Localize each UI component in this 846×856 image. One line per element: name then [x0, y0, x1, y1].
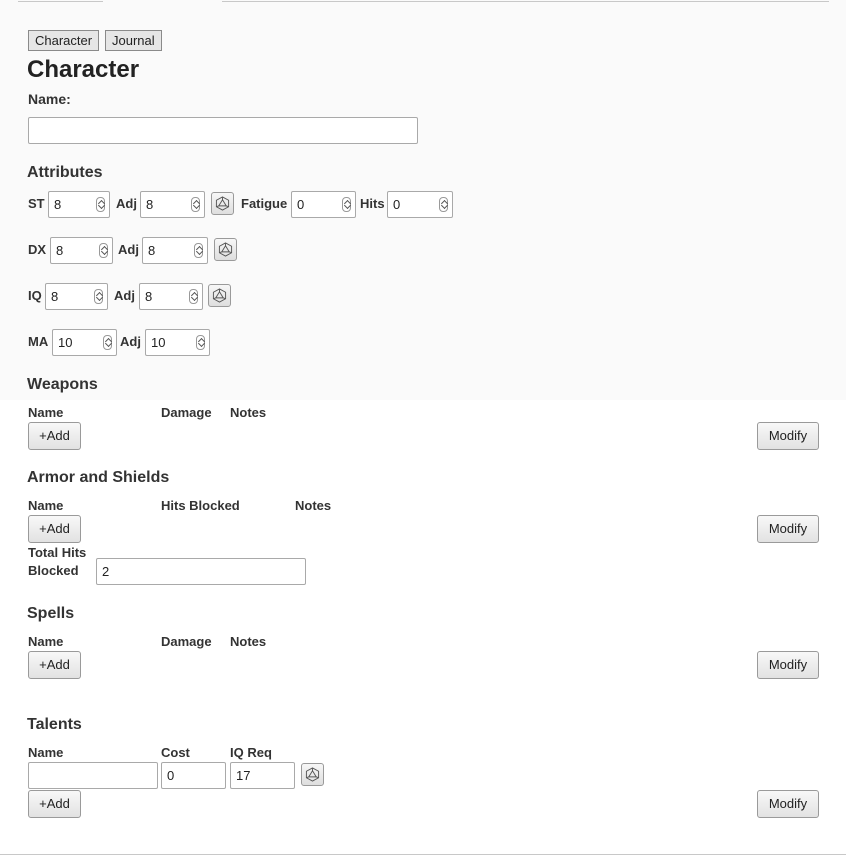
armor-heading: Armor and Shields — [27, 469, 170, 486]
modify-armor-button[interactable]: Modify — [757, 515, 819, 543]
ma-input[interactable]: 10 — [52, 329, 117, 356]
bottom-divider — [0, 854, 846, 855]
name-input[interactable] — [28, 117, 418, 144]
armor-col-name: Name — [28, 498, 64, 513]
hits-input[interactable]: 0 — [387, 191, 453, 218]
roll-dx-button[interactable] — [214, 238, 237, 261]
dx-input[interactable]: 8 — [50, 237, 113, 264]
ma-label: MA — [28, 334, 49, 349]
dx-adj-label: Adj — [118, 242, 139, 257]
talents-col-cost: Cost — [161, 745, 190, 760]
add-weapon-button[interactable]: +Add — [28, 422, 81, 450]
stepper-icon[interactable] — [196, 335, 205, 350]
talent-cost-input[interactable]: 0 — [161, 762, 226, 789]
iq-label: IQ — [28, 288, 42, 303]
blocked-label: Blocked — [28, 563, 79, 578]
spells-col-name: Name — [28, 634, 64, 649]
stepper-icon[interactable] — [439, 197, 448, 212]
spells-col-notes: Notes — [230, 634, 267, 649]
weapons-col-name: Name — [28, 405, 64, 420]
top-divider — [222, 1, 829, 2]
page-title: Character — [27, 56, 140, 83]
total-hits-label: Total Hits — [28, 545, 87, 560]
armor-col-hits-blocked: Hits Blocked — [161, 498, 240, 513]
name-label: Name: — [28, 91, 71, 107]
add-talent-button[interactable]: +Add — [28, 790, 81, 818]
roll-st-button[interactable] — [211, 192, 234, 215]
talent-iq-req-input[interactable]: 17 — [230, 762, 295, 789]
talents-heading: Talents — [27, 716, 82, 733]
st-label: ST — [28, 196, 45, 211]
stepper-icon[interactable] — [189, 289, 198, 304]
stepper-icon[interactable] — [96, 197, 105, 212]
modify-talents-button[interactable]: Modify — [757, 790, 819, 818]
armor-col-notes: Notes — [295, 498, 332, 513]
st-adj-label: Adj — [116, 196, 137, 211]
d20-dice-icon — [305, 767, 320, 782]
d20-dice-icon — [212, 288, 227, 303]
stepper-icon[interactable] — [194, 243, 203, 258]
weapons-col-damage: Damage — [161, 405, 212, 420]
roll-talent-button[interactable] — [301, 763, 324, 786]
dx-adj-input[interactable]: 8 — [142, 237, 208, 264]
d20-dice-icon — [218, 242, 233, 257]
weapons-col-notes: Notes — [230, 405, 267, 420]
fatigue-input[interactable]: 0 — [291, 191, 356, 218]
ma-adj-label: Adj — [120, 334, 141, 349]
modify-weapons-button[interactable]: Modify — [757, 422, 819, 450]
modify-spells-button[interactable]: Modify — [757, 651, 819, 679]
stepper-icon[interactable] — [191, 197, 200, 212]
fatigue-label: Fatigue — [241, 196, 288, 211]
talents-col-name: Name — [28, 745, 64, 760]
top-divider — [18, 1, 103, 2]
talents-col-iq-req: IQ Req — [230, 745, 272, 760]
d20-dice-icon — [215, 196, 230, 211]
iq-adj-input[interactable]: 8 — [139, 283, 203, 310]
hits-label: Hits — [360, 196, 385, 211]
total-hits-blocked-field[interactable]: 2 — [96, 558, 306, 585]
stepper-icon[interactable] — [99, 243, 108, 258]
add-armor-button[interactable]: +Add — [28, 515, 81, 543]
st-adj-input[interactable]: 8 — [140, 191, 205, 218]
attributes-heading: Attributes — [27, 164, 103, 181]
iq-adj-label: Adj — [114, 288, 135, 303]
talent-name-input[interactable] — [28, 762, 158, 789]
stepper-icon[interactable] — [342, 197, 351, 212]
spells-col-damage: Damage — [161, 634, 212, 649]
ma-adj-input[interactable]: 10 — [145, 329, 210, 356]
dx-label: DX — [28, 242, 47, 257]
stepper-icon[interactable] — [94, 289, 103, 304]
add-spell-button[interactable]: +Add — [28, 651, 81, 679]
iq-input[interactable]: 8 — [45, 283, 108, 310]
weapons-heading: Weapons — [27, 376, 98, 393]
roll-iq-button[interactable] — [208, 284, 231, 307]
st-input[interactable]: 8 — [48, 191, 110, 218]
tab-journal[interactable]: Journal — [105, 30, 162, 51]
stepper-icon[interactable] — [103, 335, 112, 350]
tab-character[interactable]: Character — [28, 30, 100, 51]
spells-heading: Spells — [27, 605, 75, 622]
